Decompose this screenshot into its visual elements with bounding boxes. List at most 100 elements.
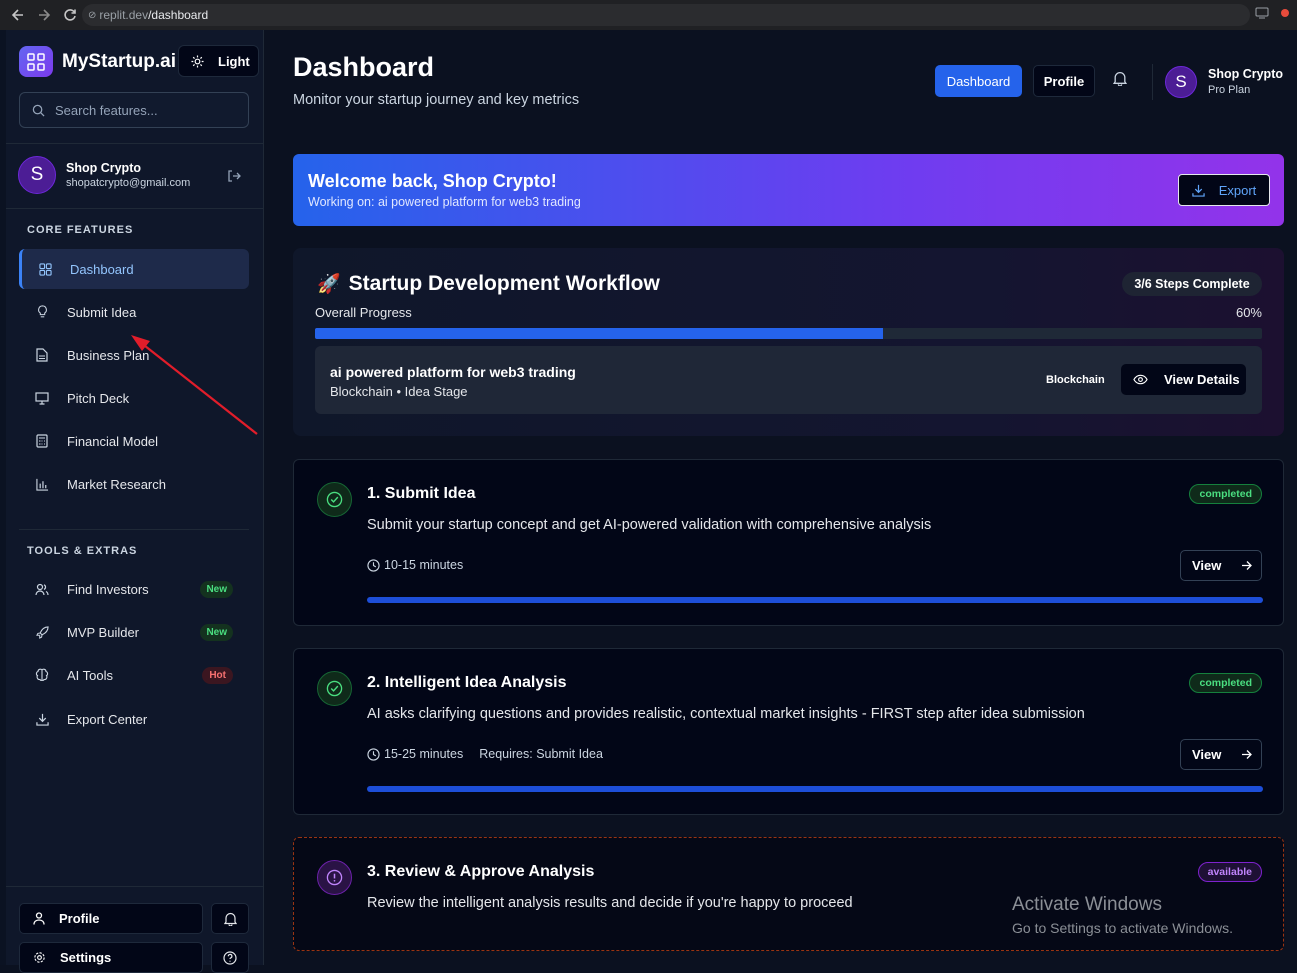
sidebar-user[interactable]: S Shop Crypto shopatcrypto@gmail.com <box>18 156 190 194</box>
sidebar-item-find-investors[interactable]: Find Investors New <box>19 569 249 609</box>
search-icon <box>32 104 45 117</box>
logout-icon[interactable] <box>227 169 241 183</box>
workflow-card: 🚀 Startup Development Workflow 3/6 Steps… <box>293 248 1284 436</box>
step-description: AI asks clarifying questions and provide… <box>367 706 1085 722</box>
sidebar-item-pitch-deck[interactable]: Pitch Deck <box>19 378 249 418</box>
address-bar[interactable]: ⊘ replit.dev/dashboard <box>82 4 1250 26</box>
app-logo-icon <box>19 46 53 77</box>
step-view-button[interactable]: View <box>1180 550 1262 581</box>
calculator-icon <box>34 433 50 449</box>
welcome-banner: Welcome back, Shop Crypto! Working on: a… <box>293 154 1284 226</box>
divider <box>6 886 263 887</box>
document-icon <box>34 347 50 363</box>
step-title: 3. Review & Approve Analysis <box>367 863 595 880</box>
sidebar-item-mvp-builder[interactable]: MVP Builder New <box>19 612 249 652</box>
main-content: Dashboard Monitor your startup journey a… <box>264 30 1297 965</box>
url-host: replit.dev <box>99 8 149 22</box>
lightbulb-icon <box>34 304 50 320</box>
sidebar-notifications-button[interactable] <box>211 903 249 934</box>
user-icon <box>33 912 45 925</box>
forward-icon[interactable] <box>31 0 57 30</box>
sidebar-item-ai-tools[interactable]: AI Tools Hot <box>19 655 249 695</box>
page-title: Dashboard <box>293 52 435 82</box>
sidebar-item-financial-model[interactable]: Financial Model <box>19 421 249 461</box>
sidebar-help-button[interactable] <box>211 942 249 973</box>
extension-badge-icon[interactable] <box>1281 9 1289 17</box>
page-subtitle: Monitor your startup journey and key met… <box>293 92 580 108</box>
hot-badge: Hot <box>202 666 233 684</box>
sidebar-item-label: Find Investors <box>67 581 149 597</box>
avatar[interactable]: S <box>18 156 56 194</box>
export-button[interactable]: Export <box>1178 174 1270 206</box>
window-edge <box>0 30 6 965</box>
divider <box>6 208 263 209</box>
avatar[interactable]: S <box>1165 66 1197 98</box>
sidebar-settings-button[interactable]: Settings <box>19 942 203 973</box>
check-circle-icon <box>317 482 352 517</box>
welcome-title: Welcome back, Shop Crypto! <box>308 171 557 191</box>
workflow-title: 🚀 Startup Development Workflow <box>317 272 660 296</box>
idea-meta: Blockchain • Idea Stage <box>330 384 468 399</box>
current-idea-card: ai powered platform for web3 trading Blo… <box>315 346 1262 414</box>
user-name: Shop Crypto <box>66 161 141 175</box>
browser-toolbar: ⊘ replit.dev/dashboard <box>0 0 1297 30</box>
status-badge: available <box>1197 862 1262 882</box>
clock-icon <box>367 558 380 572</box>
sidebar-item-market-research[interactable]: Market Research <box>19 464 249 504</box>
header-profile-button[interactable]: Profile <box>1033 65 1095 97</box>
step-progress-bar <box>367 786 1263 792</box>
welcome-subtitle: Working on: ai powered platform for web3… <box>308 195 581 209</box>
section-title-tools: TOOLS & EXTRAS <box>27 545 138 557</box>
sidebar-item-label: Pitch Deck <box>67 390 130 406</box>
brand[interactable]: MyStartup.ai <box>19 46 176 77</box>
sidebar-profile-button[interactable]: Profile <box>19 903 203 934</box>
step-view-button[interactable]: View <box>1180 739 1262 770</box>
check-circle-icon <box>317 671 352 706</box>
step-title: 1. Submit Idea <box>367 485 476 502</box>
header-user[interactable]: Shop Crypto Pro Plan <box>1208 67 1283 96</box>
info-circle-icon <box>317 860 352 895</box>
step-meta: 10-15 minutes <box>367 558 463 572</box>
sidebar-item-label: Export Center <box>67 711 148 727</box>
grid-icon <box>37 261 53 277</box>
header-user-plan: Pro Plan <box>1208 84 1251 96</box>
sidebar-item-export-center[interactable]: Export Center <box>19 699 249 739</box>
steps-complete-badge: 3/6 Steps Complete <box>1122 272 1262 296</box>
sidebar-item-business-plan[interactable]: Business Plan <box>19 335 249 375</box>
search-input[interactable]: Search features... <box>19 92 249 128</box>
step-progress-bar <box>367 597 1263 603</box>
sidebar-item-label: Dashboard <box>70 261 134 277</box>
step-duration: 10-15 minutes <box>384 558 464 572</box>
step-description: Submit your startup concept and get AI-p… <box>367 517 932 533</box>
arrow-right-icon <box>1242 561 1253 570</box>
step-meta: 15-25 minutes Requires: Submit Idea <box>367 747 603 761</box>
url-path: /dashboard <box>148 8 209 22</box>
theme-toggle-label: Light <box>218 53 250 69</box>
sidebar: MyStartup.ai Light Search features... S … <box>0 30 264 973</box>
site-info-icon[interactable]: ⊘ <box>88 10 96 21</box>
sidebar-item-label: Market Research <box>67 476 166 492</box>
divider <box>19 529 249 530</box>
header-dashboard-button[interactable]: Dashboard <box>935 65 1022 97</box>
industry-tag: Blockchain <box>1046 374 1105 386</box>
bell-icon[interactable] <box>1113 71 1127 86</box>
rocket-icon: 🚀 <box>317 274 341 295</box>
step-card: 2. Intelligent Idea Analysis completed A… <box>293 648 1284 815</box>
search-placeholder: Search features... <box>55 102 158 118</box>
sidebar-item-submit-idea[interactable]: Submit Idea <box>19 292 249 332</box>
sidebar-item-label: Submit Idea <box>67 304 137 320</box>
export-label: Export <box>1218 182 1257 198</box>
theme-toggle-button[interactable]: Light <box>178 45 259 77</box>
brain-icon <box>34 667 50 683</box>
back-icon[interactable] <box>5 0 31 30</box>
reload-icon[interactable] <box>57 0 83 30</box>
step-title: 2. Intelligent Idea Analysis <box>367 674 567 691</box>
bar-chart-icon <box>34 476 50 492</box>
sidebar-settings-label: Settings <box>60 950 112 965</box>
eye-icon <box>1133 374 1148 385</box>
bell-icon <box>223 912 237 926</box>
screen-cast-icon[interactable] <box>1255 7 1269 19</box>
view-details-button[interactable]: View Details <box>1121 364 1246 395</box>
windows-activation-watermark: Activate Windows Go to Settings to activ… <box>1012 894 1233 936</box>
sidebar-item-dashboard[interactable]: Dashboard <box>19 249 249 289</box>
